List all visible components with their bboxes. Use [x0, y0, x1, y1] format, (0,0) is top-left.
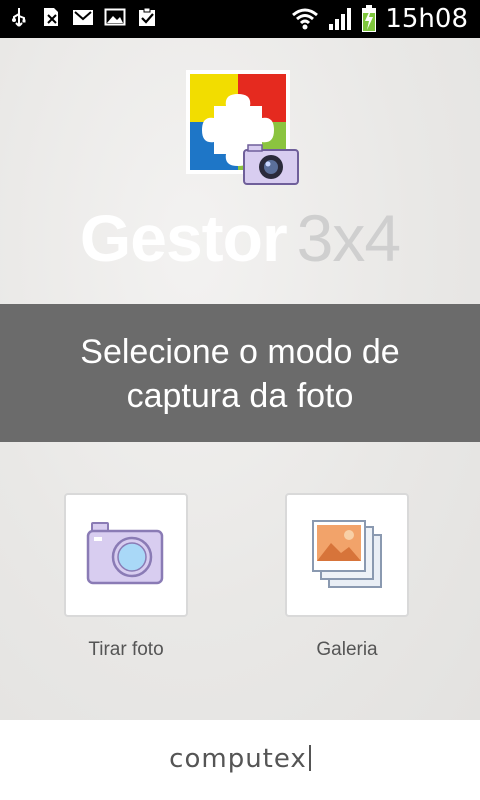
gallery-option[interactable]: Galeria	[285, 493, 409, 661]
footer: computex	[0, 720, 480, 800]
usb-icon	[12, 8, 26, 27]
camera-icon	[86, 522, 164, 585]
brand-text: computex	[169, 744, 307, 774]
banner-line-1: Selecione o modo de	[80, 333, 400, 371]
status-clock: 15h08	[385, 4, 468, 34]
capture-mode-banner: Selecione o modo de captura da foto	[0, 304, 480, 442]
brand-bar	[308, 745, 311, 771]
app-title-secondary: 3x4	[296, 201, 401, 275]
battery-charging-icon	[362, 5, 377, 32]
gallery-button[interactable]	[285, 493, 409, 617]
gmail-icon	[73, 10, 93, 25]
image-icon	[104, 8, 126, 26]
computex-brand: computex	[0, 744, 480, 774]
status-bar: 15h08	[0, 0, 480, 38]
wifi-icon	[292, 8, 319, 30]
sim-card-icon	[44, 8, 58, 26]
clipboard-check-icon	[139, 7, 155, 26]
main-screen: Gestor 3x4 Selecione o modo de captura da…	[0, 38, 480, 720]
app-title: Gestor 3x4	[0, 200, 480, 276]
status-system: 15h08	[291, 4, 468, 34]
status-notifications	[8, 6, 158, 28]
app-title-primary: Gestor	[79, 201, 288, 275]
signal-icon	[329, 8, 352, 30]
take-photo-label: Tirar foto	[88, 639, 164, 660]
gallery-label: Galeria	[316, 639, 378, 660]
take-photo-button[interactable]	[64, 493, 188, 617]
gallery-icon	[312, 520, 382, 588]
banner-line-2: captura da foto	[126, 377, 354, 415]
puzzle-camera-logo	[184, 68, 304, 186]
take-photo-option[interactable]: Tirar foto	[64, 493, 188, 661]
